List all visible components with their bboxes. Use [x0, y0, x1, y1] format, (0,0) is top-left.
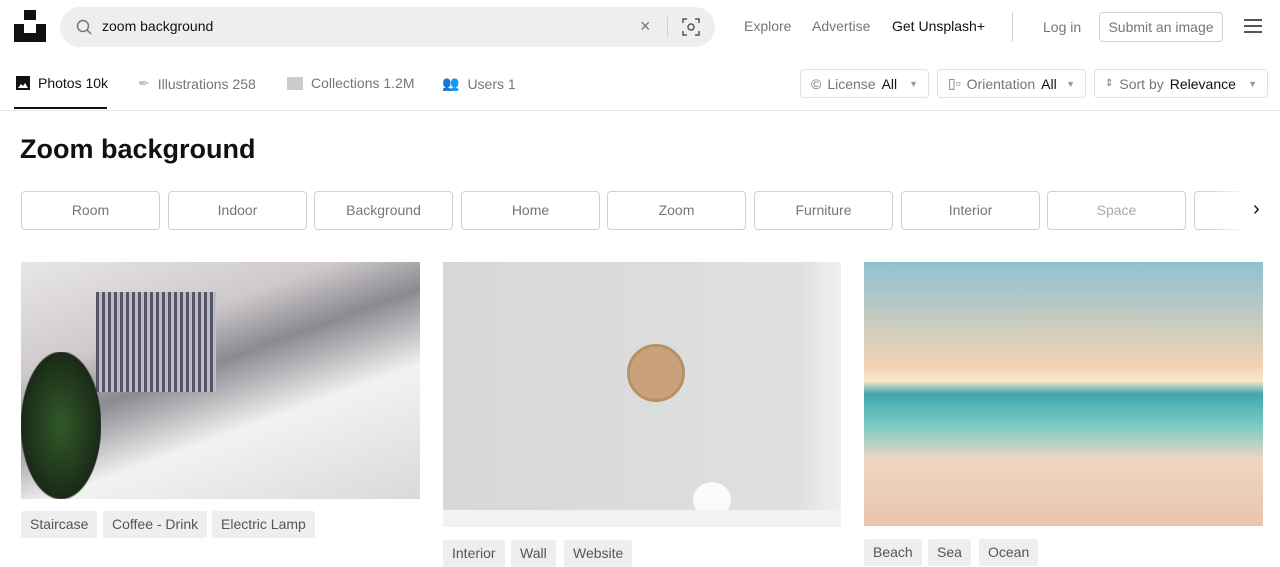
nav-unsplash-plus[interactable]: Get Unsplash+: [892, 18, 985, 34]
chip-interior[interactable]: Interior: [901, 191, 1040, 230]
photo-wall-clock[interactable]: [443, 262, 841, 527]
photo-beach[interactable]: [864, 262, 1263, 526]
clock: [627, 344, 685, 402]
chip-background[interactable]: Background: [314, 191, 453, 230]
bookshelf: [96, 292, 216, 392]
tag[interactable]: Staircase: [21, 511, 98, 538]
visual-search-icon[interactable]: [682, 18, 700, 36]
copyright-icon: ©: [811, 75, 822, 92]
orientation-icon: ▯▫: [948, 75, 961, 91]
nav-explore[interactable]: Explore: [744, 18, 791, 34]
users-icon: 👥: [442, 75, 460, 91]
tag[interactable]: Electric Lamp: [212, 511, 315, 538]
divider: [0, 110, 1280, 111]
tab-label: Collections 1.2M: [311, 75, 415, 91]
search-icon[interactable]: [76, 19, 92, 35]
filter-label: Sort by: [1119, 75, 1164, 92]
login-link[interactable]: Log in: [1043, 19, 1081, 35]
chip-indoor[interactable]: Indoor: [168, 191, 307, 230]
sort-icon: ⇕: [1105, 78, 1114, 89]
nav-advertise[interactable]: Advertise: [812, 18, 870, 34]
unsplash-logo[interactable]: [14, 10, 46, 42]
tab-label: Photos 10k: [38, 75, 109, 91]
page-title: Zoom background: [20, 134, 256, 164]
tab-users[interactable]: 👥 Users 1: [442, 75, 516, 92]
chevron-right-icon[interactable]: ›: [1253, 198, 1260, 221]
filter-value: All: [1041, 75, 1057, 92]
filter-value: Relevance: [1169, 75, 1236, 92]
tab-collections[interactable]: Collections 1.2M: [287, 75, 415, 91]
tag[interactable]: Beach: [864, 539, 922, 566]
sort-filter[interactable]: ⇕ Sort by Relevance ▼: [1094, 69, 1268, 98]
filter-label: License: [827, 75, 876, 92]
tag[interactable]: Interior: [443, 540, 505, 567]
license-filter[interactable]: © License All ▼: [800, 69, 929, 98]
photo-living-room[interactable]: [21, 262, 420, 499]
chip-furniture[interactable]: Furniture: [754, 191, 893, 230]
filter-value: All: [881, 75, 898, 92]
caret-down-icon: ▼: [1248, 78, 1257, 89]
chip-home[interactable]: Home: [461, 191, 600, 230]
tag[interactable]: Sea: [928, 539, 971, 566]
tag[interactable]: Wall: [511, 540, 556, 567]
submit-image-button[interactable]: Submit an image: [1099, 12, 1223, 42]
tab-photos[interactable]: Photos 10k: [16, 75, 108, 91]
folder-icon: [287, 76, 303, 90]
tab-label: Illustrations 258: [157, 75, 256, 92]
caret-down-icon: ▼: [1066, 78, 1075, 89]
divider: [1012, 12, 1013, 42]
clear-icon[interactable]: ×: [640, 16, 651, 37]
active-tab-indicator: [14, 107, 107, 109]
tag[interactable]: Ocean: [979, 539, 1039, 566]
pen-icon: ✒: [138, 75, 150, 91]
search-bar[interactable]: zoom background ×: [60, 7, 715, 47]
search-input[interactable]: zoom background: [102, 18, 213, 34]
tab-label: Users 1: [467, 75, 516, 92]
divider: [667, 17, 668, 37]
tag[interactable]: Website: [564, 540, 633, 567]
caret-down-icon: ▼: [909, 78, 918, 89]
tab-illustrations[interactable]: ✒ Illustrations 258: [138, 75, 256, 92]
orientation-filter[interactable]: ▯▫ Orientation All ▼: [937, 69, 1086, 98]
chip-zoom[interactable]: Zoom: [607, 191, 746, 230]
chip-room[interactable]: Room: [21, 191, 160, 230]
menu-icon[interactable]: [1244, 19, 1262, 33]
tag[interactable]: Coffee - Drink: [103, 511, 208, 538]
image-icon: [16, 76, 30, 90]
filter-label: Orientation: [966, 75, 1036, 92]
desk: [443, 510, 841, 527]
chip-fade: [1210, 191, 1280, 231]
plant: [21, 352, 101, 499]
chip-space[interactable]: Space: [1047, 191, 1186, 230]
